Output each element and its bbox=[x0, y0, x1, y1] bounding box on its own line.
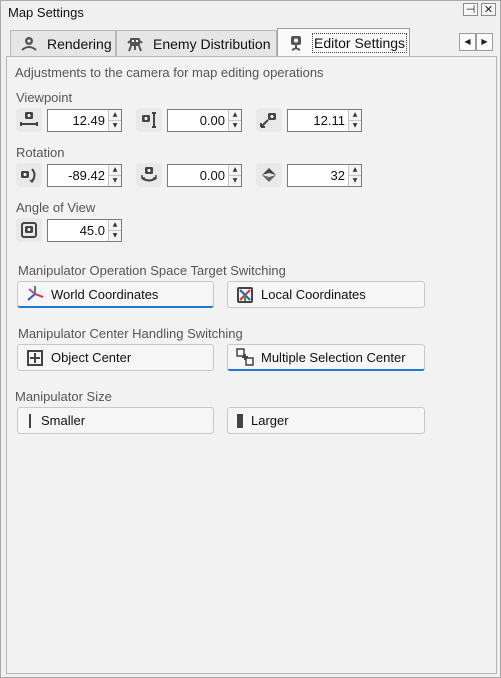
angle-of-view-spinbox[interactable]: ▲▼ bbox=[47, 218, 122, 242]
spin-down-icon[interactable]: ▼ bbox=[349, 119, 361, 131]
local-coordinates-label: Local Coordinates bbox=[261, 287, 366, 302]
larger-label: Larger bbox=[251, 413, 289, 428]
center-switching-label: Manipulator Center Handling Switching bbox=[18, 326, 243, 341]
small-bar-icon bbox=[25, 411, 35, 431]
spin-up-icon[interactable]: ▲ bbox=[229, 109, 241, 120]
viewpoint-z-input[interactable] bbox=[288, 109, 348, 131]
panel-description: Adjustments to the camera for map editin… bbox=[15, 65, 324, 80]
angle-of-view-label: Angle of View bbox=[16, 200, 96, 215]
tab-label: Editor Settings bbox=[311, 32, 408, 53]
spin-down-icon[interactable]: ▼ bbox=[349, 174, 361, 186]
local-coordinates-button[interactable]: Local Coordinates bbox=[227, 281, 425, 308]
larger-button[interactable]: Larger bbox=[227, 407, 425, 434]
camera-icon bbox=[286, 33, 306, 53]
spin-down-icon[interactable]: ▼ bbox=[229, 119, 241, 131]
viewpoint-pan-v-row: ▲▼ bbox=[136, 108, 242, 132]
scroll-right-icon[interactable]: ▶ bbox=[476, 33, 493, 51]
camera-zoom-icon bbox=[256, 108, 282, 132]
object-center-icon bbox=[25, 348, 45, 368]
tab-bar: Rendering Enemy Distribution Editor Sett… bbox=[6, 28, 497, 56]
camera-pitch-icon bbox=[256, 163, 282, 187]
world-axes-icon bbox=[25, 284, 45, 304]
angle-of-view-input[interactable] bbox=[48, 219, 108, 241]
multiple-selection-center-label: Multiple Selection Center bbox=[261, 349, 406, 365]
object-center-label: Object Center bbox=[51, 350, 132, 365]
spin-arrows: ▲ ▼ bbox=[108, 109, 121, 131]
rotation-yaw-row: ▲▼ bbox=[16, 163, 122, 187]
rotation-pitch-spinbox[interactable]: ▲▼ bbox=[287, 163, 362, 187]
spin-up-icon[interactable]: ▲ bbox=[349, 164, 361, 175]
camera-pan-vertical-icon bbox=[136, 108, 162, 132]
spin-arrows: ▲ ▼ bbox=[348, 164, 361, 186]
scroll-left-icon[interactable]: ◀ bbox=[459, 33, 476, 51]
viewpoint-x-spinbox[interactable]: ▲▼ bbox=[47, 108, 122, 132]
viewpoint-x-input[interactable] bbox=[48, 109, 108, 131]
viewpoint-y-input[interactable] bbox=[168, 109, 228, 131]
enemy-icon bbox=[125, 34, 145, 54]
multiple-selection-center-button[interactable]: Multiple Selection Center bbox=[227, 344, 425, 371]
spin-up-icon[interactable]: ▲ bbox=[109, 109, 121, 120]
window-title: Map Settings bbox=[8, 5, 84, 20]
viewpoint-label: Viewpoint bbox=[16, 90, 73, 105]
tab-enemy-distribution[interactable]: Enemy Distribution bbox=[116, 30, 277, 56]
map-settings-window: Map Settings ⊣ ✕ Rendering Enemy Distrib… bbox=[0, 0, 501, 678]
viewpoint-pan-h-row: ▲▼ bbox=[16, 108, 122, 132]
rotation-yaw-input[interactable] bbox=[48, 164, 108, 186]
title-bar[interactable]: Map Settings ⊣ ✕ bbox=[1, 1, 500, 24]
pin-icon[interactable]: ⊣ bbox=[463, 3, 478, 16]
tab-rendering[interactable]: Rendering bbox=[10, 30, 116, 56]
tab-scroll-buttons: ◀ ▶ bbox=[459, 33, 493, 51]
camera-rotate-yaw-icon bbox=[16, 163, 42, 187]
space-switching-label: Manipulator Operation Space Target Switc… bbox=[18, 263, 286, 278]
rotation-pitch-row: ▲▼ bbox=[256, 163, 362, 187]
viewpoint-zoom-row: ▲▼ bbox=[256, 108, 362, 132]
world-coordinates-label: World Coordinates bbox=[51, 286, 159, 302]
rotation-roll-input[interactable] bbox=[168, 164, 228, 186]
angle-of-view-row: ▲▼ bbox=[16, 218, 122, 242]
spin-arrows: ▲ ▼ bbox=[108, 164, 121, 186]
rotation-label: Rotation bbox=[16, 145, 65, 160]
spin-up-icon[interactable]: ▲ bbox=[109, 219, 121, 230]
local-axes-icon bbox=[235, 285, 255, 305]
manipulator-size-label: Manipulator Size bbox=[15, 389, 112, 404]
spin-up-icon[interactable]: ▲ bbox=[229, 164, 241, 175]
spin-up-icon[interactable]: ▲ bbox=[349, 109, 361, 120]
tab-label: Rendering bbox=[47, 35, 112, 52]
spin-down-icon[interactable]: ▼ bbox=[109, 119, 121, 131]
rotation-roll-spinbox[interactable]: ▲▼ bbox=[167, 163, 242, 187]
camera-fov-icon bbox=[16, 218, 42, 242]
large-bar-icon bbox=[235, 411, 245, 431]
spin-up-icon[interactable]: ▲ bbox=[109, 164, 121, 175]
close-icon[interactable]: ✕ bbox=[481, 3, 496, 16]
smaller-label: Smaller bbox=[41, 413, 86, 428]
smaller-button[interactable]: Smaller bbox=[17, 407, 214, 434]
spin-arrows: ▲ ▼ bbox=[348, 109, 361, 131]
tab-label: Enemy Distribution bbox=[153, 35, 271, 52]
rotation-pitch-input[interactable] bbox=[288, 164, 348, 186]
camera-pan-horizontal-icon bbox=[16, 108, 42, 132]
spin-arrows: ▲ ▼ bbox=[228, 164, 241, 186]
spin-down-icon[interactable]: ▼ bbox=[109, 229, 121, 241]
rotation-yaw-spinbox[interactable]: ▲▼ bbox=[47, 163, 122, 187]
multiple-selection-center-icon bbox=[235, 347, 255, 367]
editor-settings-panel: Adjustments to the camera for map editin… bbox=[6, 56, 497, 674]
spin-arrows: ▲ ▼ bbox=[228, 109, 241, 131]
rendering-icon bbox=[19, 34, 39, 54]
object-center-button[interactable]: Object Center bbox=[17, 344, 214, 371]
world-coordinates-button[interactable]: World Coordinates bbox=[17, 281, 214, 308]
rotation-roll-row: ▲▼ bbox=[136, 163, 242, 187]
title-buttons: ⊣ ✕ bbox=[463, 3, 496, 16]
spin-down-icon[interactable]: ▼ bbox=[229, 174, 241, 186]
tab-editor-settings[interactable]: Editor Settings bbox=[277, 28, 410, 56]
viewpoint-y-spinbox[interactable]: ▲▼ bbox=[167, 108, 242, 132]
camera-rotate-roll-icon bbox=[136, 163, 162, 187]
spin-down-icon[interactable]: ▼ bbox=[109, 174, 121, 186]
viewpoint-z-spinbox[interactable]: ▲▼ bbox=[287, 108, 362, 132]
spin-arrows: ▲ ▼ bbox=[108, 219, 121, 241]
